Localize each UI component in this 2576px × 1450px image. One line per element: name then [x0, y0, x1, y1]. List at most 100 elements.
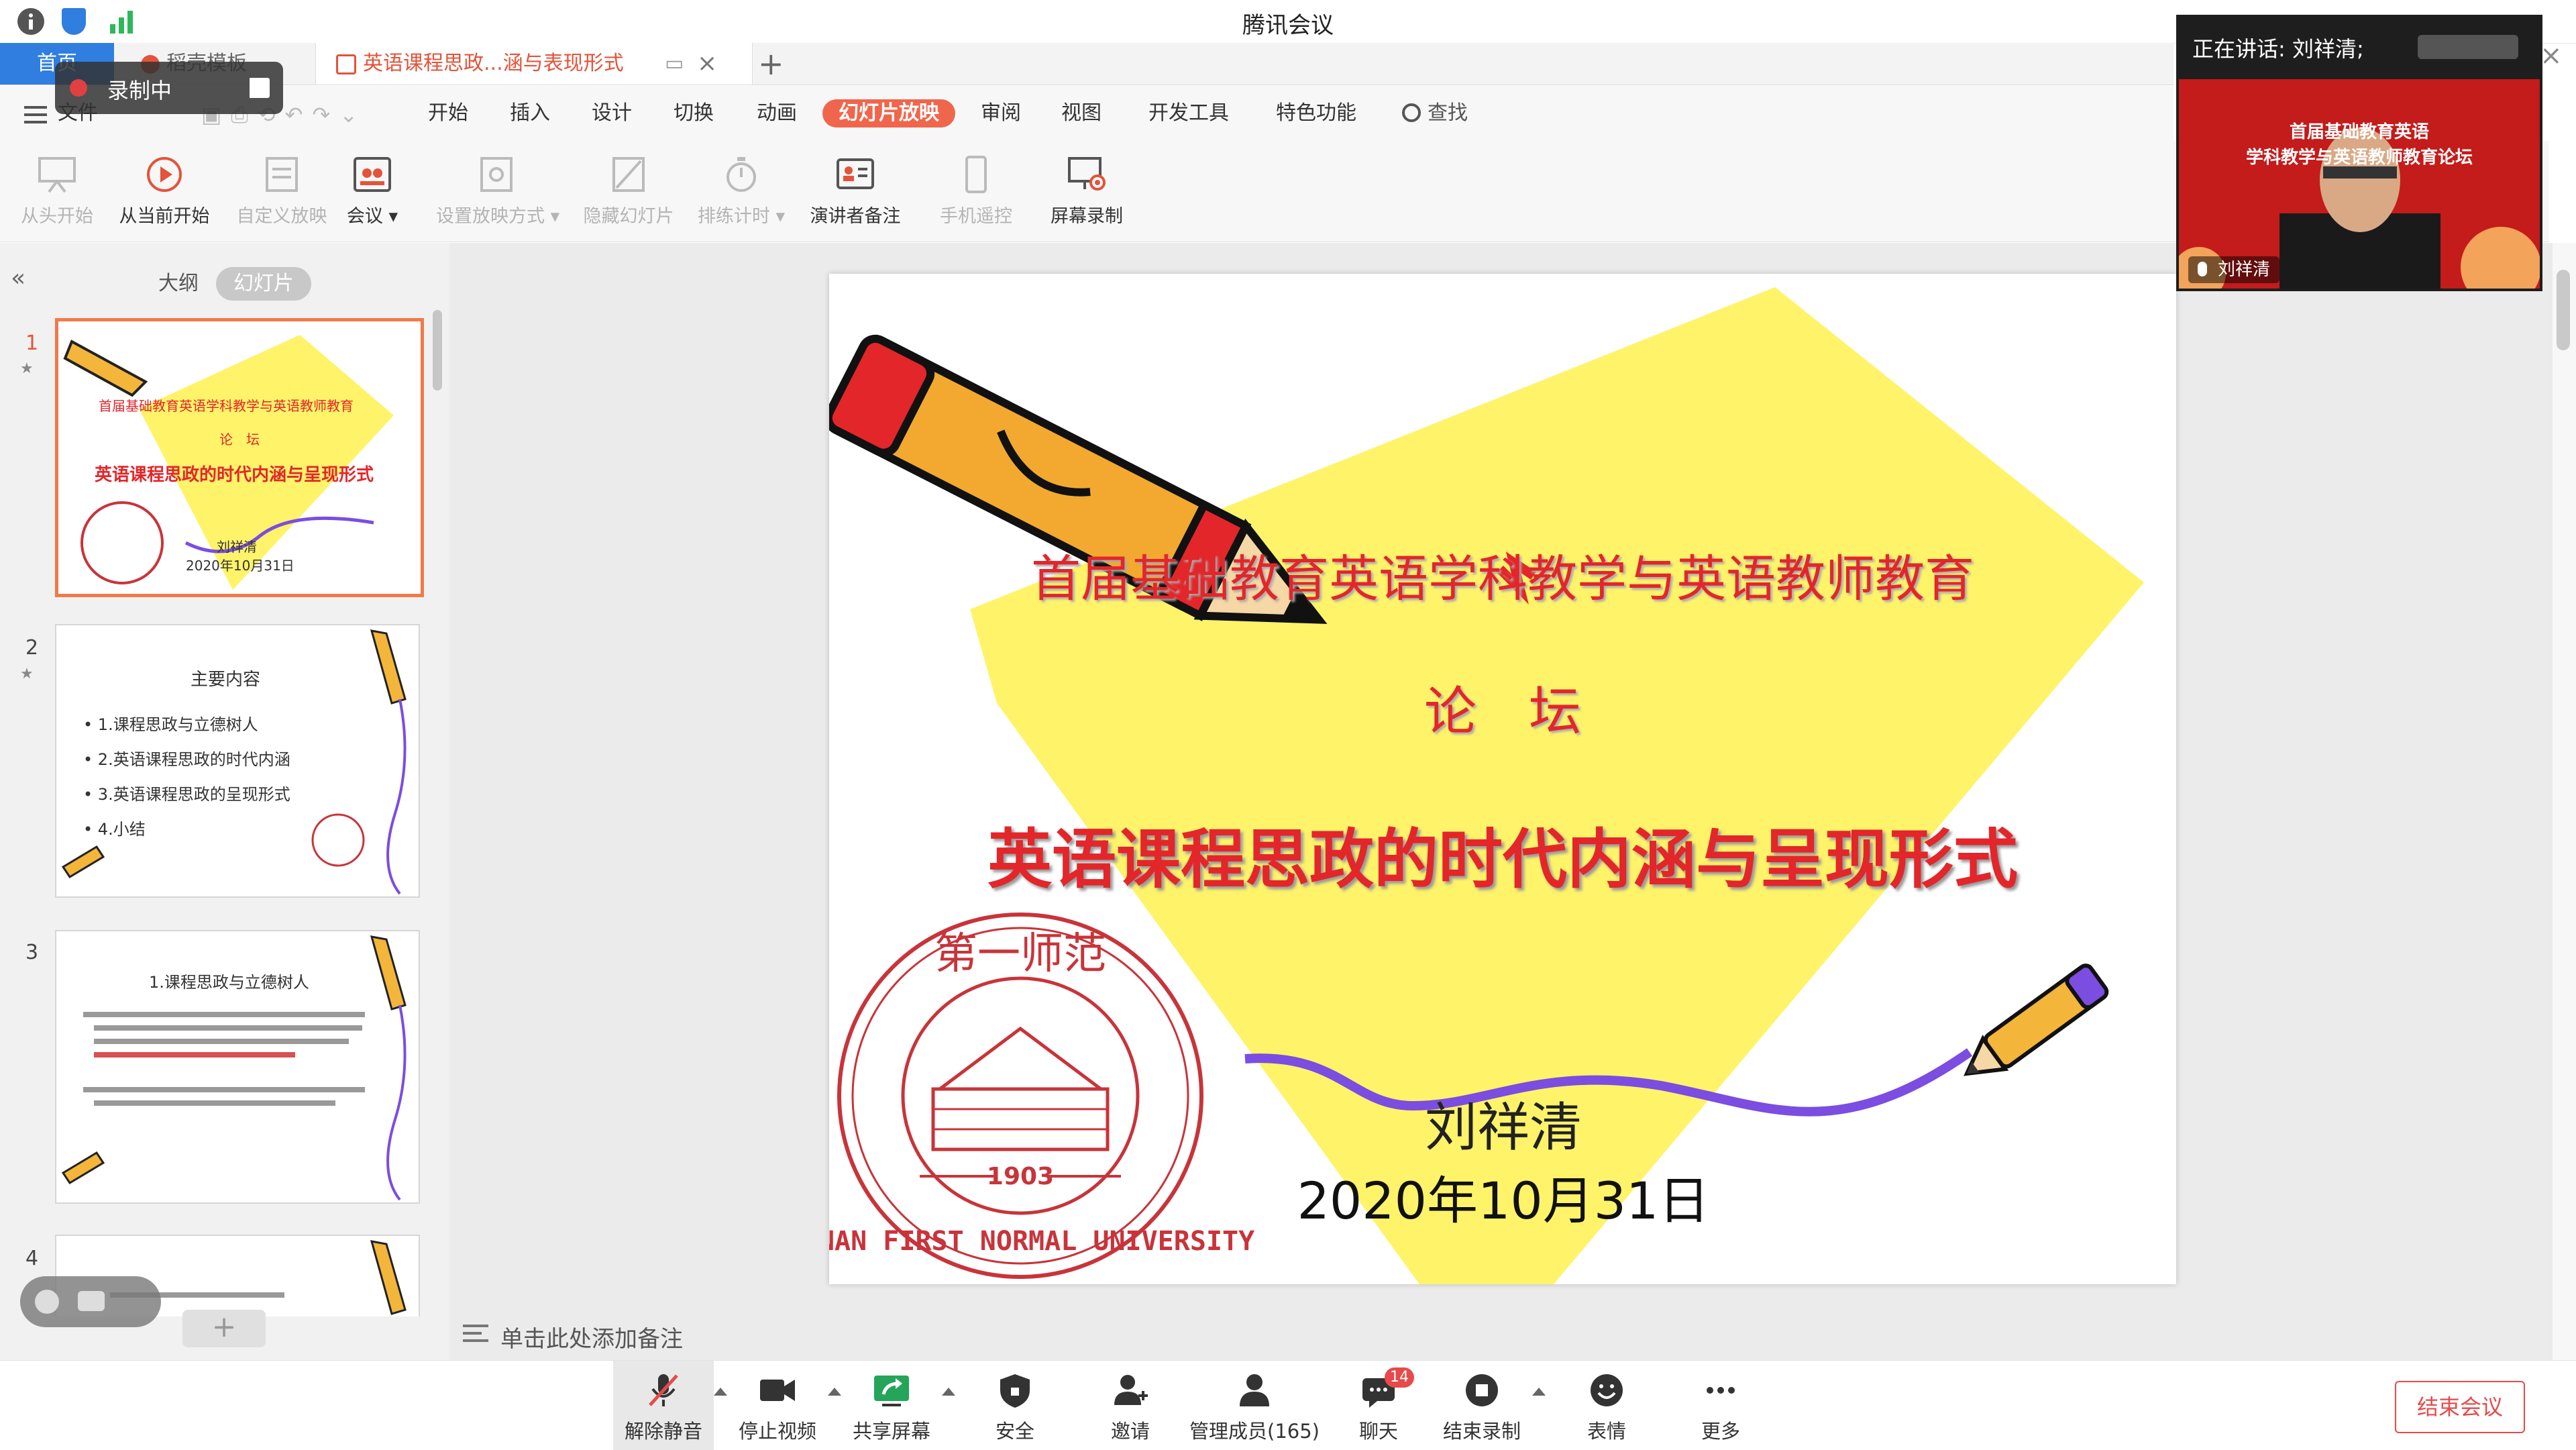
emoji-icon — [1591, 1374, 1623, 1406]
window-title: 腾讯会议 — [1242, 12, 1334, 39]
video-options-caret-icon[interactable] — [828, 1388, 841, 1396]
animation-star-icon: ★ — [20, 360, 34, 377]
video-banner-line2: 学科教学与英语教师教育论坛 — [2245, 148, 2473, 168]
meeting-icon — [354, 157, 391, 192]
stopwatch-icon — [727, 157, 756, 192]
close-icon[interactable]: × — [2540, 40, 2563, 71]
screen-record-icon — [1068, 157, 1106, 191]
info-icon[interactable] — [17, 8, 44, 35]
slide-number: 2 — [25, 636, 39, 660]
menu-animation[interactable]: 动画 — [757, 99, 797, 127]
mic-icon — [2198, 262, 2207, 276]
stop-recording-button[interactable]: 结束录制 — [1432, 1361, 1532, 1450]
menu-search[interactable]: 查找 — [1428, 99, 1468, 127]
tab-document-label: 英语课程思政...涵与表现形式 — [363, 52, 624, 75]
menu-view[interactable]: 视图 — [1061, 99, 1102, 127]
mic-muted-icon — [649, 1374, 678, 1406]
presentation-file-icon — [336, 54, 356, 74]
blurred-overlay — [2418, 35, 2518, 59]
meeting-toolbar: 解除静音 停止视频 共享屏幕 安全 邀请 管理成员(165) 聊天 14 结束录… — [0, 1360, 2576, 1450]
start-from-beginning-button[interactable]: 从头开始 — [0, 148, 114, 235]
screen-record-button[interactable]: 屏幕录制 — [1030, 148, 1144, 235]
slide-thumbnail[interactable]: 首届基础教育英语学科教学与英语教师教育 论 坛 英语课程思政的时代内涵与呈现形式… — [55, 318, 424, 597]
chat-button[interactable]: 聊天 14 — [1328, 1361, 1429, 1450]
custom-show-icon — [266, 157, 298, 192]
phone-remote-button[interactable]: 手机遥控 — [919, 148, 1033, 235]
menu-slideshow[interactable]: 幻灯片放映 — [822, 99, 955, 127]
slide-number: 4 — [25, 1247, 39, 1270]
hide-slide-icon — [612, 157, 645, 192]
tab-outline[interactable]: 大纲 — [141, 267, 216, 301]
audio-options-caret-icon[interactable] — [714, 1388, 727, 1396]
menu-review[interactable]: 审阅 — [981, 99, 1021, 127]
hamburger-icon[interactable] — [24, 106, 47, 123]
projector-icon — [38, 157, 76, 193]
end-meeting-button[interactable]: 结束会议 — [2395, 1381, 2525, 1433]
record-dot-icon — [70, 79, 87, 97]
start-from-current-button[interactable]: 从当前开始 — [107, 148, 221, 235]
invite-button[interactable]: 邀请 — [1080, 1361, 1181, 1450]
pencil-graphic-small — [1964, 964, 2109, 1076]
more-icon — [1707, 1387, 1735, 1394]
tab-document[interactable]: 英语课程思政...涵与表现形式 ▭ × — [315, 43, 753, 85]
close-tab-icon[interactable]: × — [697, 43, 717, 85]
stop-video-button[interactable]: 停止视频 — [727, 1361, 828, 1450]
shield-icon — [1000, 1374, 1030, 1408]
more-button[interactable]: 更多 — [1670, 1361, 1771, 1450]
speaker-notes-button[interactable]: 演讲者备注 — [798, 148, 912, 235]
manage-members-button[interactable]: 管理成员(165) — [1187, 1361, 1322, 1450]
chat-unread-badge: 14 — [1385, 1367, 1414, 1388]
phone-remote-icon — [965, 156, 987, 193]
tab-bar: 首页 稻壳模板 英语课程思政...涵与表现形式 ▭ × + — [0, 43, 2174, 85]
menu-insert[interactable]: 插入 — [510, 99, 550, 127]
share-screen-icon — [874, 1376, 909, 1406]
unmute-button[interactable]: 解除静音 — [613, 1361, 714, 1450]
slide-date: 2020年10月31日 — [1297, 1171, 1710, 1231]
add-slide-icon[interactable]: + — [182, 1310, 266, 1347]
notes-icon — [463, 1325, 488, 1343]
menu-developer[interactable]: 开发工具 — [1148, 99, 1229, 127]
security-button[interactable]: 安全 — [965, 1361, 1065, 1450]
menu-features[interactable]: 特色功能 — [1276, 99, 1356, 127]
scrollbar-thumb[interactable] — [2557, 270, 2570, 350]
speaker-video: 首届基础教育英语 学科教学与英语教师教育论坛 刘祥清 — [2179, 79, 2540, 289]
emoji-icon — [35, 1290, 59, 1314]
share-screen-button[interactable]: 共享屏幕 — [841, 1361, 942, 1450]
record-options-caret-icon[interactable] — [1532, 1388, 1546, 1396]
menu-transition[interactable]: 切换 — [674, 99, 714, 127]
slide-thumbnail[interactable]: 1.课程思政与立德树人 — [55, 930, 420, 1204]
share-options-caret-icon[interactable] — [942, 1388, 955, 1396]
tab-slides[interactable]: 幻灯片 — [216, 267, 311, 301]
speaking-now-label: 正在讲话: 刘祥清; — [2192, 36, 2364, 62]
pin-icon[interactable]: ▭ — [665, 43, 684, 85]
vertical-scrollbar[interactable] — [2553, 243, 2576, 1360]
slide-number: 1 — [25, 331, 39, 355]
new-tab-icon[interactable]: + — [758, 43, 784, 85]
hide-slide-button[interactable]: 隐藏幻灯片 — [572, 148, 686, 235]
shield-icon[interactable] — [62, 8, 86, 35]
reactions-button[interactable]: 表情 — [1556, 1361, 1657, 1450]
stop-record-icon — [1466, 1374, 1498, 1406]
slide-title: 英语课程思政的时代内涵与呈现形式 — [987, 821, 2018, 897]
reaction-bubble[interactable] — [20, 1276, 161, 1327]
slide-thumbnail[interactable]: 主要内容 • 1.课程思政与立德树人 • 2.英语课程思政的时代内涵 • 3.英… — [55, 624, 420, 898]
speaker-video-panel[interactable]: 正在讲话: 刘祥清; 首届基础教育英语 学科教学与英语教师教育论坛 刘祥清 — [2176, 15, 2542, 291]
panel-scrollbar[interactable] — [433, 310, 442, 391]
signal-icon[interactable] — [109, 9, 136, 34]
rehearse-timing-button[interactable]: 排练计时 ▾ — [684, 148, 798, 235]
stop-recording-icon[interactable] — [250, 78, 270, 98]
slide-panel: « 大纲 幻灯片 1 ★ 首届基础教育英语学科教学与英语教师教育 论 坛 英语课… — [0, 243, 449, 1360]
play-icon — [147, 157, 182, 192]
meeting-button[interactable]: 会议 ▾ — [315, 148, 429, 235]
seal-top-text: 第一师范 — [934, 929, 1106, 979]
ribbon-toolbar: 从头开始 从当前开始 自定义放映 会议 ▾ 设置放映方式 ▾ 隐藏幻灯片 排练计… — [0, 141, 2549, 242]
collapse-panel-icon[interactable]: « — [11, 264, 25, 292]
search-icon[interactable] — [1402, 103, 1421, 122]
notes-area[interactable]: 单击此处添加备注 — [463, 1315, 1000, 1355]
slide-author: 刘祥清 — [1424, 1098, 1582, 1158]
menu-design[interactable]: 设计 — [592, 99, 632, 127]
setup-show-button[interactable]: 设置放映方式 ▾ — [436, 148, 559, 235]
current-slide[interactable]: 1903 第一师范 HUNAN FIRST NORMAL UNIVERSITY … — [829, 274, 2176, 1284]
members-icon — [1240, 1374, 1269, 1406]
menu-home[interactable]: 开始 — [428, 99, 468, 127]
